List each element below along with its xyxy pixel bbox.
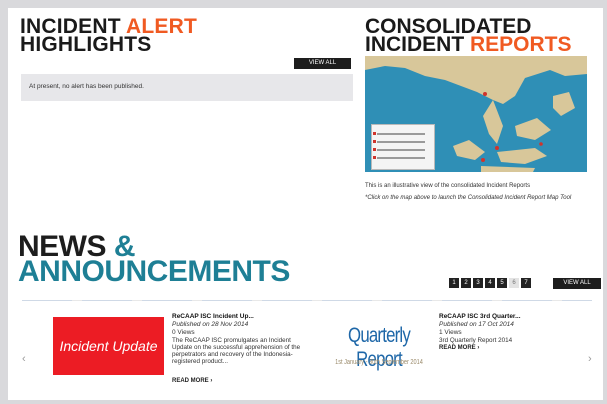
map-legend <box>371 124 435 170</box>
page-1-button[interactable]: 1 <box>449 278 459 288</box>
map-caption: This is an illustrative view of the cons… <box>365 183 531 189</box>
page-2-button[interactable]: 2 <box>461 278 471 288</box>
alert-view-all-button[interactable]: VIEW ALL <box>294 58 351 69</box>
page-4-button[interactable]: 4 <box>485 278 495 288</box>
page-5-button[interactable]: 5 <box>497 278 507 288</box>
news-view-all-button[interactable]: VIEW ALL <box>553 278 601 289</box>
map-marker <box>539 142 543 146</box>
news-item-views: 0 Views <box>172 329 195 336</box>
incident-map[interactable] <box>365 56 587 172</box>
incident-update-thumbnail[interactable]: Incident Update <box>53 317 164 375</box>
news-item-date: Published on 17 Oct 2014 <box>439 321 514 328</box>
carousel-prev-icon[interactable]: ‹ <box>22 353 26 365</box>
page-7-button[interactable]: 7 <box>521 278 531 288</box>
map-marker <box>483 92 487 96</box>
news-divider <box>22 300 592 301</box>
carousel-next-icon[interactable]: › <box>588 353 592 365</box>
news-item-views: 1 Views <box>439 329 462 336</box>
read-more-link[interactable]: READ MORE › <box>439 345 479 351</box>
map-hint: *Click on the map above to launch the Co… <box>365 195 572 201</box>
title-word-incident-2: INCIDENT <box>365 33 470 56</box>
title-word-announcements: ANNOUNCEMENTS <box>18 255 290 288</box>
quarterly-report-thumb-subtitle: 1st January - 30th September 2014 <box>335 359 423 366</box>
page-6-button[interactable]: 6 <box>509 278 519 288</box>
news-item-text: The ReCAAP ISC promulgates an Incident U… <box>172 337 301 365</box>
alert-message-box: At present, no alert has been published. <box>21 74 353 101</box>
news-item-title[interactable]: ReCAAP ISC Incident Up... <box>172 313 254 320</box>
map-marker <box>481 158 485 162</box>
news-item-title[interactable]: ReCAAP ISC 3rd Quarter... <box>439 313 521 320</box>
news-item-date: Published on 28 Nov 2014 <box>172 321 249 328</box>
title-word-highlights: HIGHLIGHTS <box>20 33 152 56</box>
title-word-reports: REPORTS <box>470 33 572 56</box>
news-title: NEWS & ANNOUNCEMENTS <box>18 232 290 287</box>
page-3-button[interactable]: 3 <box>473 278 483 288</box>
map-marker <box>495 146 499 150</box>
read-more-link[interactable]: READ MORE › <box>172 378 212 384</box>
news-item-text: 3rd Quarterly Report 2014 <box>439 337 513 344</box>
consolidated-reports-title: CONSOLIDATED INCIDENT REPORTS <box>365 16 572 56</box>
alert-message: At present, no alert has been published. <box>29 83 144 90</box>
alert-highlights-title: INCIDENT ALERT HIGHLIGHTS <box>20 16 197 56</box>
quarterly-report-thumbnail[interactable]: Quarterly Report 1st January - 30th Sept… <box>320 320 438 378</box>
content-panel: INCIDENT ALERT HIGHLIGHTS VIEW ALL At pr… <box>8 8 603 400</box>
